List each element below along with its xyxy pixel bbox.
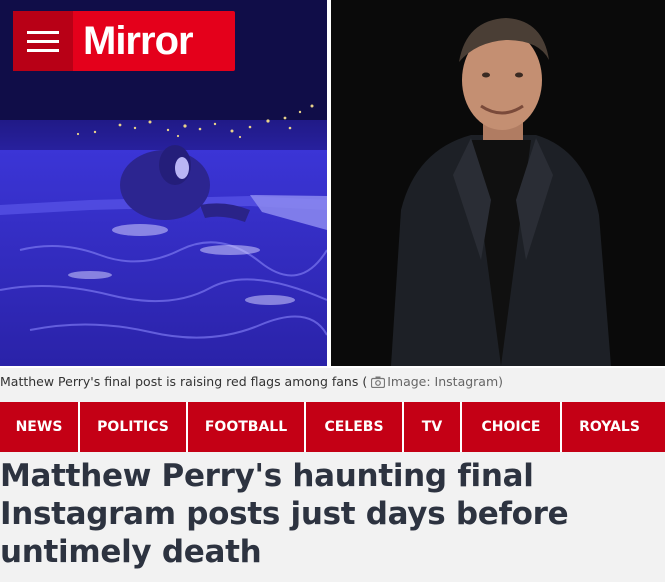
- nav-item-news[interactable]: NEWS: [0, 402, 80, 452]
- masthead: Mirror: [13, 11, 235, 71]
- camera-icon: [371, 374, 386, 394]
- image-caption: Matthew Perry's final post is raising re…: [0, 372, 665, 392]
- nav-item-tv[interactable]: TV: [404, 402, 462, 452]
- nav-item-football[interactable]: FOOTBALL: [188, 402, 306, 452]
- hero-image: Mirror: [0, 0, 665, 368]
- menu-button[interactable]: [13, 11, 73, 71]
- caption-credit: Image: Instagram): [387, 374, 504, 389]
- nav-item-choice[interactable]: CHOICE: [462, 402, 562, 452]
- nav-item-politics[interactable]: POLITICS: [80, 402, 188, 452]
- section-nav: NEWS POLITICS FOOTBALL CELEBS TV CHOICE …: [0, 402, 665, 452]
- nav-item-royals[interactable]: ROYALS: [562, 402, 657, 452]
- article-headline: Matthew Perry's haunting final Instagram…: [0, 458, 569, 570]
- caption-text: Matthew Perry's final post is raising re…: [0, 374, 368, 389]
- mirror-logo[interactable]: Mirror: [83, 17, 194, 65]
- hamburger-icon: [27, 31, 59, 34]
- matthew-perry-portrait: [331, 0, 665, 366]
- nav-item-celebs[interactable]: CELEBS: [306, 402, 404, 452]
